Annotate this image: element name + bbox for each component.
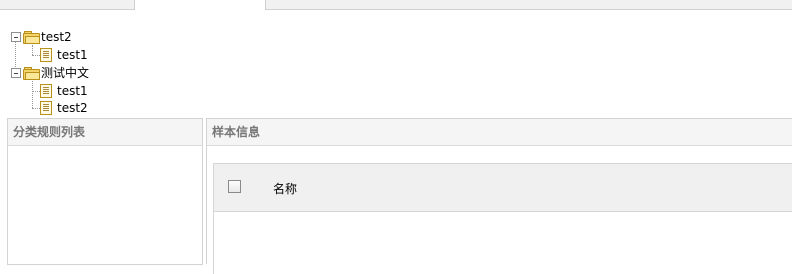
select-all-checkbox[interactable]	[228, 180, 241, 193]
grid-header-row: 名称	[214, 164, 792, 212]
tree-node-chinese-test[interactable]: 测试中文	[0, 65, 100, 82]
panel-title: 样本信息	[207, 119, 792, 146]
folder-icon	[23, 31, 40, 44]
tree-node-label: test1	[57, 48, 88, 62]
tree-node-label: 测试中文	[41, 66, 90, 80]
tree-node-test2[interactable]: test2	[0, 29, 80, 46]
tree-node-test1[interactable]: test1	[0, 83, 100, 100]
tree-node-label: test2	[41, 30, 72, 44]
folder-icon	[23, 67, 40, 80]
category-tree: test2 test1 测试中文 test1 test2	[0, 0, 792, 118]
collapse-toggle-icon[interactable]	[11, 32, 21, 42]
classification-rules-panel: 分类规则列表	[7, 118, 203, 265]
collapse-toggle-icon[interactable]	[11, 68, 21, 78]
sample-grid: 名称	[213, 163, 792, 274]
tree-node-label: test1	[57, 84, 88, 98]
tree-node-label: test2	[57, 101, 88, 115]
panel-title: 分类规则列表	[8, 119, 202, 146]
file-icon	[40, 101, 52, 115]
tree-node-test2[interactable]: test2	[0, 100, 100, 117]
file-icon	[40, 84, 52, 98]
column-header-name[interactable]: 名称	[273, 180, 297, 197]
sample-info-panel: 样本信息 名称	[206, 118, 792, 274]
tree-node-test1[interactable]: test1	[0, 47, 100, 64]
file-icon	[40, 48, 52, 62]
